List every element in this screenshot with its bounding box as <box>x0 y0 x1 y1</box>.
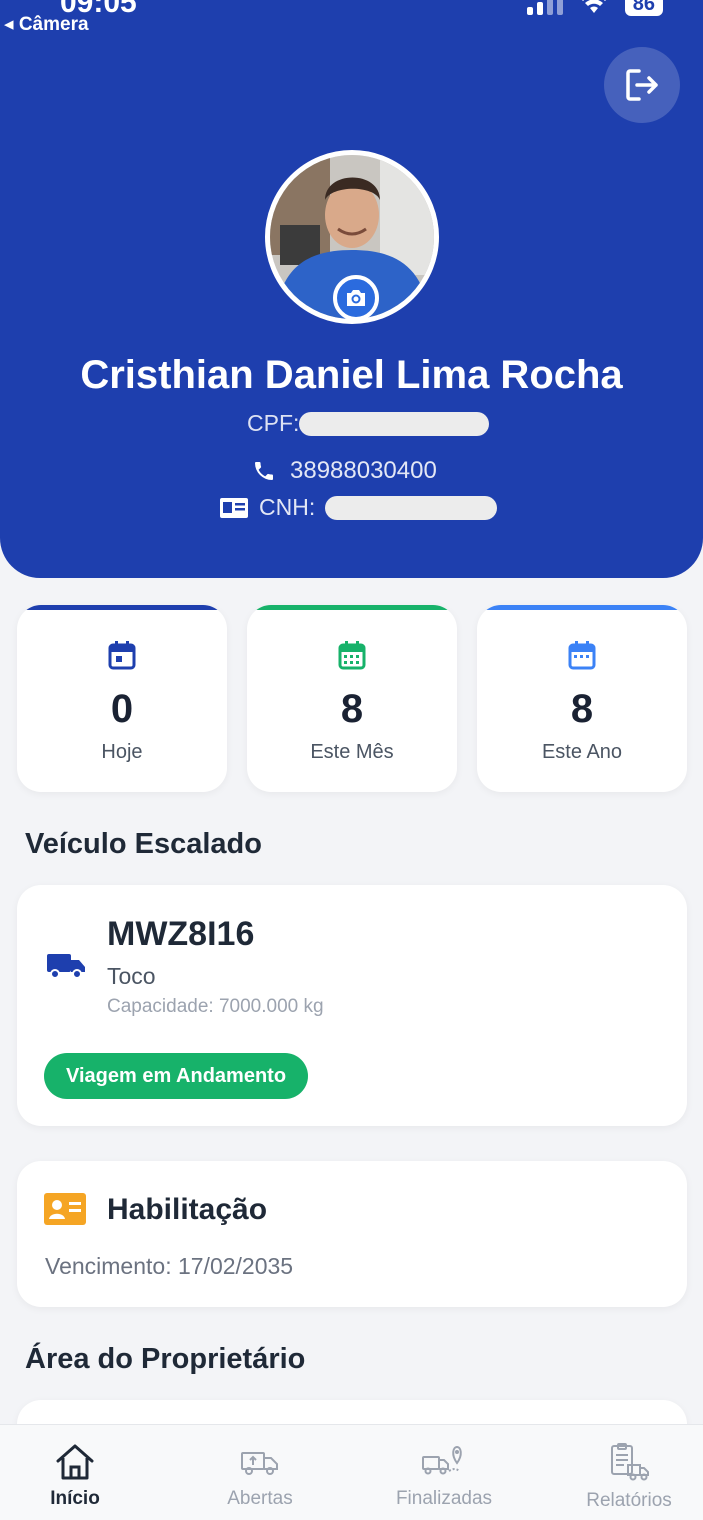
license-card[interactable]: Habilitação Vencimento: 17/02/2035 <box>17 1161 687 1307</box>
stat-value-year: 8 <box>570 687 594 731</box>
truck-open-icon <box>241 1452 278 1475</box>
phone-line: 38988030400 <box>252 457 437 485</box>
phone-icon <box>255 462 273 480</box>
vehicle-plate: MWZ8I16 <box>107 915 255 953</box>
vehicle-type: Toco <box>107 963 156 989</box>
back-to-camera-link[interactable]: ◂ Câmera <box>4 13 89 36</box>
calendar-icon <box>108 641 136 670</box>
nav-finished[interactable]: Finalizadas <box>390 1443 498 1510</box>
cnh-label: CNH: <box>259 494 316 520</box>
vehicle-section-title: Veículo Escalado <box>25 828 262 860</box>
status-indicators: 86 <box>526 0 663 16</box>
cpf-line: CPF: <box>247 410 490 437</box>
cpf-redaction <box>299 411 490 436</box>
stat-value-month: 8 <box>340 687 364 731</box>
stat-card-month: 8 Este Mês <box>247 605 457 792</box>
nav-home-label: Início <box>50 1488 100 1509</box>
vehicle-card[interactable]: MWZ8I16 Toco Capacidade: 7000.000 kg Via… <box>17 885 687 1126</box>
stat-label-today: Hoje <box>101 741 143 763</box>
stat-value-today: 0 <box>110 687 134 731</box>
truck-icon <box>47 954 85 979</box>
license-title: Habilitação <box>107 1193 268 1226</box>
owner-section-title: Área do Proprietário <box>25 1343 306 1375</box>
vehicle-capacity: Capacidade: 7000.000 kg <box>107 996 324 1017</box>
nav-finished-label: Finalizadas <box>395 1488 493 1509</box>
battery-indicator: 86 <box>624 0 663 16</box>
logout-button[interactable] <box>604 47 680 123</box>
license-card-icon <box>44 1193 86 1225</box>
nav-open-label: Abertas <box>227 1488 293 1509</box>
change-photo-button[interactable] <box>333 275 379 321</box>
nav-home[interactable]: Início <box>48 1443 102 1510</box>
stat-label-year: Este Ano <box>541 741 623 763</box>
trip-status-badge: Viagem em Andamento <box>44 1053 309 1099</box>
nav-reports[interactable]: Relatórios <box>580 1443 678 1512</box>
cnh-redaction <box>325 495 498 520</box>
stat-card-today: 0 Hoje <box>17 605 227 792</box>
calendar-year-icon <box>568 641 596 670</box>
signal-icon <box>526 0 563 15</box>
id-card-icon <box>220 497 248 518</box>
bottom-navigation: Início Abertas Finalizadas Relatórios <box>0 1424 703 1520</box>
license-expiry: Vencimento: 17/02/2035 <box>45 1253 294 1279</box>
profile-name: Cristhian Daniel Lima Rocha <box>80 353 623 397</box>
stat-accent-bar <box>247 605 457 610</box>
reports-icon <box>611 1443 649 1481</box>
cnh-line: CNH: <box>219 494 498 521</box>
home-icon <box>56 1444 94 1480</box>
calendar-month-icon <box>338 641 366 670</box>
truck-finished-icon <box>422 1445 462 1475</box>
stat-label-month: Este Mês <box>310 741 394 763</box>
cpf-label: CPF: <box>247 410 300 436</box>
logout-icon <box>626 69 658 101</box>
camera-icon <box>347 290 365 306</box>
stat-accent-bar <box>477 605 687 610</box>
phone-number: 38988030400 <box>290 457 437 484</box>
stat-accent-bar <box>17 605 227 610</box>
stat-card-year: 8 Este Ano <box>477 605 687 792</box>
nav-open[interactable]: Abertas <box>220 1443 300 1510</box>
wifi-icon <box>581 0 606 13</box>
nav-reports-label: Relatórios <box>586 1490 672 1511</box>
profile-header: 09:05 86 ◂ Câmera Cristhian Daniel Lima … <box>0 0 703 578</box>
